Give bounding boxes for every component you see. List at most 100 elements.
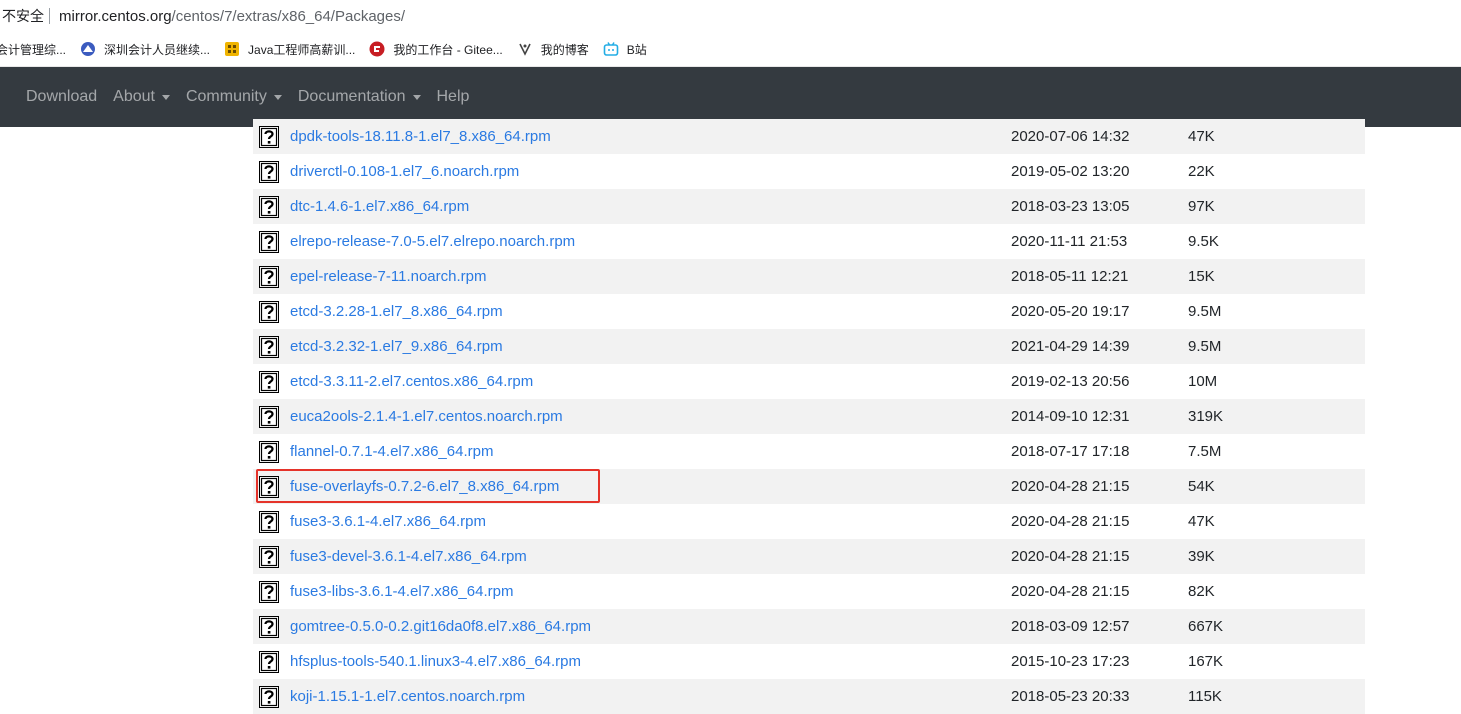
address-separator [49,8,50,24]
bookmark-label: Java工程师高薪训... [248,42,356,57]
bookmark-label: 我的工作台 - Gitee... [393,42,503,57]
file-row: elrepo-release-7.0-5.el7.elrepo.noarch.r… [253,224,1365,259]
file-size: 97K [1188,198,1215,215]
file-date: 2020-11-11 21:53 [1011,233,1128,250]
unknown-file-icon [259,300,279,323]
security-indicator[interactable]: 不安全 [0,6,44,26]
unknown-file-icon [259,685,279,708]
site-navbar: Download About Community Documentation H… [0,67,1461,127]
unknown-file-icon [259,160,279,183]
unknown-file-icon [259,335,279,358]
unknown-file-icon [259,370,279,393]
file-row: euca2ools-2.1.4-1.el7.centos.noarch.rpm 2… [253,399,1365,434]
file-link[interactable]: flannel-0.7.1-4.el7.x86_64.rpm [290,443,1011,460]
file-link[interactable]: koji-1.15.1-1.el7.centos.noarch.rpm [290,688,1011,705]
nav-download[interactable]: Download [0,88,105,106]
unknown-file-icon [259,580,279,603]
file-link[interactable]: epel-release-7-11.noarch.rpm [290,268,1011,285]
file-date: 2020-04-28 21:15 [1011,548,1130,565]
nav-help[interactable]: Help [429,88,478,106]
url-path[interactable]: /centos/7/extras/x86_64/Packages/ [172,8,405,25]
file-link[interactable]: fuse-overlayfs-0.7.2-6.el7_8.x86_64.rpm [290,478,1011,495]
file-size: 319K [1188,408,1224,425]
file-date: 2018-05-11 12:21 [1011,268,1129,285]
file-link[interactable]: etcd-3.2.28-1.el7_8.x86_64.rpm [290,303,1011,320]
file-row: fuse3-devel-3.6.1-4.el7.x86_64.rpm 2020-0… [253,539,1365,574]
file-size: 82K [1188,583,1215,600]
caret-down-icon [273,94,282,100]
file-date: 2018-05-23 20:33 [1011,688,1130,705]
unknown-file-icon [259,615,279,638]
file-date: 2015-10-23 17:23 [1011,653,1130,670]
file-date: 2014-09-10 12:31 [1011,408,1130,425]
file-link[interactable]: euca2ools-2.1.4-1.el7.centos.noarch.rpm [290,408,1011,425]
file-link[interactable]: etcd-3.2.32-1.el7_9.x86_64.rpm [290,338,1011,355]
file-date: 2019-05-02 13:20 [1011,163,1130,180]
file-date: 2020-04-28 21:15 [1011,478,1130,495]
nav-label: Documentation [297,88,406,105]
file-size: 115K [1188,688,1222,705]
unknown-file-icon [259,265,279,288]
file-size: 9.5K [1188,233,1219,250]
bookmark-label: 我的博客 [540,42,589,57]
file-date: 2020-05-20 19:17 [1011,303,1130,320]
file-size: 39K [1188,548,1215,565]
bookmark-item[interactable]: 深圳会计人员继续... [80,41,210,58]
file-link[interactable]: fuse3-devel-3.6.1-4.el7.x86_64.rpm [290,548,1011,565]
bookmark-item[interactable]: 我的博客 [517,41,589,58]
nav-community[interactable]: Community [178,88,290,106]
file-date: 2018-03-09 12:57 [1011,618,1130,635]
bilibili-icon [603,41,619,57]
unknown-file-icon [259,195,279,218]
file-row: gomtree-0.5.0-0.2.git16da0f8.el7.x86_64.… [253,609,1365,644]
address-bar[interactable]: 不安全 mirror.centos.org/centos/7/extras/x8… [0,0,1461,32]
file-size: 7.5M [1188,443,1222,460]
file-row: etcd-3.2.32-1.el7_9.x86_64.rpm 2021-04-29… [253,329,1365,364]
file-size: 10M [1188,373,1218,390]
file-size: 9.5M [1188,303,1222,320]
nav-documentation[interactable]: Documentation [290,88,429,106]
bookmark-item[interactable]: B站 [603,41,647,58]
globe-icon [80,41,96,57]
file-link[interactable]: elrepo-release-7.0-5.el7.elrepo.noarch.r… [290,233,1011,250]
nav-about[interactable]: About [105,88,178,106]
url-host[interactable]: mirror.centos.org [59,8,172,25]
file-size: 54K [1188,478,1215,495]
nav-label: Community [185,88,267,105]
file-row: dtc-1.4.6-1.el7.x86_64.rpm 2018-03-23 13:… [253,189,1365,224]
file-row: hfsplus-tools-540.1.linux3-4.el7.x86_64.… [253,644,1365,679]
file-size: 667K [1188,618,1224,635]
file-link[interactable]: fuse3-3.6.1-4.el7.x86_64.rpm [290,513,1011,530]
file-link[interactable]: fuse3-libs-3.6.1-4.el7.x86_64.rpm [290,583,1011,600]
file-size: 22K [1188,163,1215,180]
nav-label: Download [26,88,98,105]
file-link[interactable]: driverctl-0.108-1.el7_6.noarch.rpm [290,163,1011,180]
file-size: 9.5M [1188,338,1222,355]
file-row: etcd-3.2.28-1.el7_8.x86_64.rpm 2020-05-20… [253,294,1365,329]
file-link[interactable]: gomtree-0.5.0-0.2.git16da0f8.el7.x86_64.… [290,618,1011,635]
unknown-file-icon [259,510,279,533]
file-date: 2020-04-28 21:15 [1011,513,1130,530]
blog-icon [517,41,533,57]
bookmark-label: 深圳会计人员继续... [104,42,211,57]
file-row: dpdk-tools-18.11.8-1.el7_8.x86_64.rpm 202… [253,119,1365,154]
bookmark-item[interactable]: 我的工作台 - Gitee... [369,41,503,58]
bookmark-label: B站 [626,42,647,57]
file-link[interactable]: hfsplus-tools-540.1.linux3-4.el7.x86_64.… [290,653,1011,670]
file-row: driverctl-0.108-1.el7_6.noarch.rpm 2019-0… [253,154,1365,189]
file-link[interactable]: etcd-3.3.11-2.el7.centos.x86_64.rpm [290,373,1011,390]
folder-icon [224,41,240,57]
file-listing: dpdk-tools-18.11.8-1.el7_8.x86_64.rpm 202… [253,119,1365,714]
file-size: 47K [1188,513,1215,530]
file-link[interactable]: dpdk-tools-18.11.8-1.el7_8.x86_64.rpm [290,128,1011,145]
bookmark-item[interactable]: Java工程师高薪训... [224,41,355,58]
bookmark-item[interactable]: 会计管理综... [0,41,66,58]
file-size: 15K [1188,268,1215,285]
caret-down-icon [412,94,421,100]
file-row: epel-release-7-11.noarch.rpm 2018-05-11 1… [253,259,1365,294]
file-link[interactable]: dtc-1.4.6-1.el7.x86_64.rpm [290,198,1011,215]
file-row: fuse3-3.6.1-4.el7.x86_64.rpm 2020-04-28 2… [253,504,1365,539]
unknown-file-icon [259,545,279,568]
file-date: 2021-04-29 14:39 [1011,338,1130,355]
file-date: 2019-02-13 20:56 [1011,373,1130,390]
